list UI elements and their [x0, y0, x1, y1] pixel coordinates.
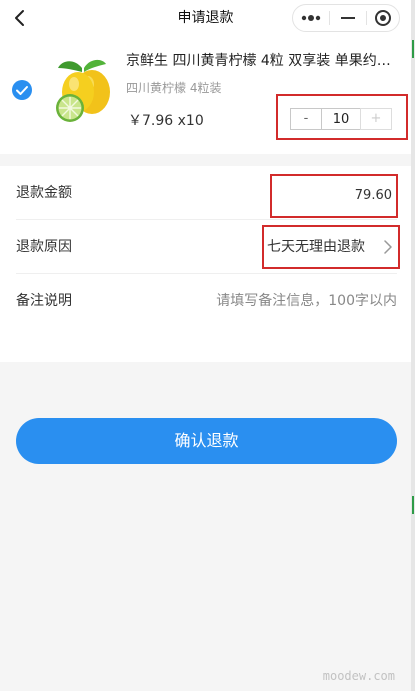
- mini-program-capsule: [292, 4, 400, 32]
- refund-form: 退款金额 79.60 退款原因 七天无理由退款 备注说明: [0, 166, 411, 362]
- refund-amount-row: 退款金额 79.60: [16, 166, 398, 220]
- refund-amount-value: 79.60: [354, 188, 392, 203]
- increment-button[interactable]: +: [360, 108, 392, 130]
- product-title: 京鲜生 四川黄青柠檬 4粒 双享装 单果约120-150g: [126, 53, 398, 69]
- amount-highlight-box: 79.60: [270, 174, 398, 218]
- back-arrow-icon[interactable]: [12, 8, 28, 28]
- watermark: moodew.com: [322, 669, 395, 683]
- refund-page: 申请退款 京鲜生 四川黄青柠檬 4粒 双享装 单果约12 四川黄柠檬 4粒装 ￥…: [0, 0, 411, 691]
- quantity-highlight-box: - +: [276, 94, 408, 140]
- reason-highlight-box[interactable]: 七天无理由退款: [262, 225, 400, 269]
- remark-label: 备注说明: [16, 293, 72, 309]
- product-price: ￥7.96 x10: [128, 113, 204, 129]
- more-dots-icon[interactable]: [293, 5, 329, 31]
- nav-bar: 申请退款: [0, 0, 411, 36]
- remark-row: 备注说明: [16, 274, 397, 328]
- chevron-right-icon: [384, 240, 392, 254]
- refund-reason-label: 退款原因: [16, 239, 72, 255]
- confirm-refund-button[interactable]: 确认退款: [16, 418, 397, 464]
- refund-reason-value[interactable]: 七天无理由退款: [267, 227, 365, 267]
- quantity-input[interactable]: [322, 108, 360, 130]
- product-card: 京鲜生 四川黄青柠檬 4粒 双享装 单果约120-150g 四川黄柠檬 4粒装 …: [0, 36, 411, 154]
- decrement-button[interactable]: -: [290, 108, 322, 130]
- lemon-product-image: [56, 59, 110, 122]
- refund-amount-label: 退款金额: [16, 185, 72, 201]
- window-right-edge: [411, 0, 415, 691]
- refund-reason-row[interactable]: 退款原因 七天无理由退款: [16, 220, 400, 274]
- remark-input[interactable]: [126, 288, 397, 314]
- minimize-icon[interactable]: [330, 5, 366, 31]
- product-spec: 四川黄柠檬 4粒装: [126, 81, 222, 95]
- checkbox-checked-icon[interactable]: [12, 80, 32, 100]
- edge-marker: [412, 40, 414, 58]
- quantity-stepper: - +: [290, 108, 392, 130]
- close-target-icon[interactable]: [365, 5, 401, 31]
- edge-marker: [412, 496, 414, 514]
